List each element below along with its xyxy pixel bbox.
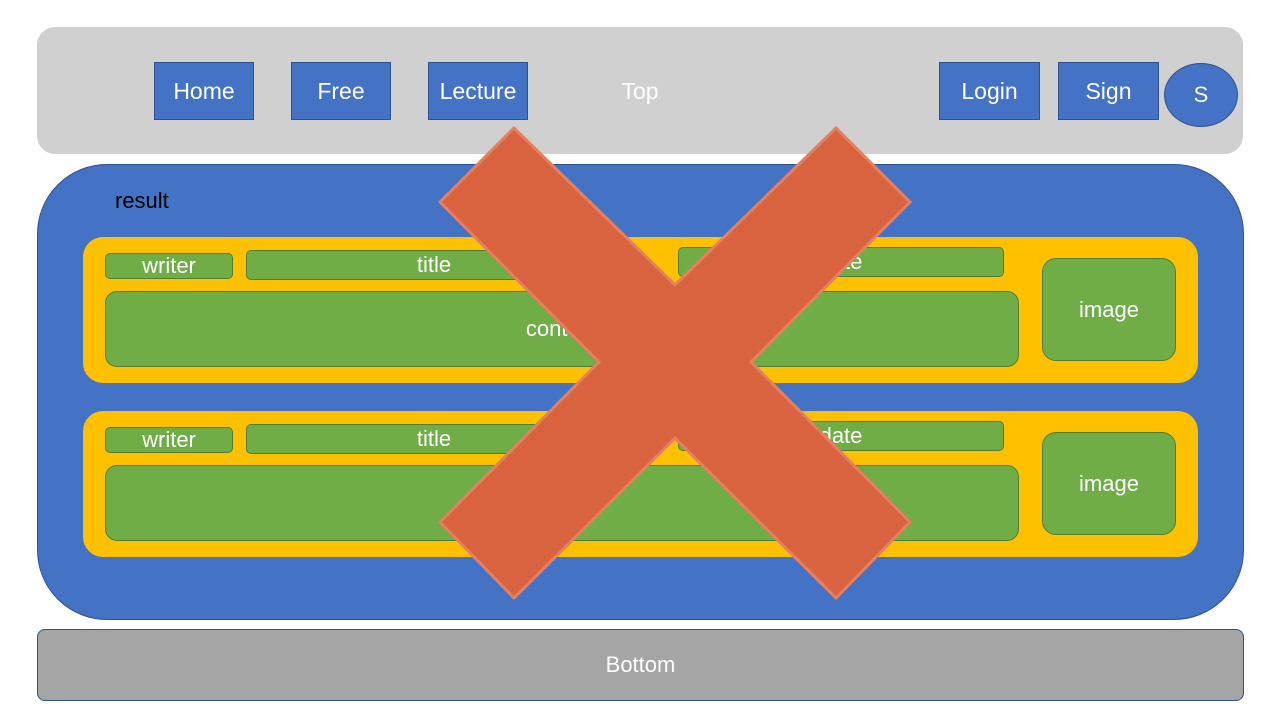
- writer-field: writer: [105, 427, 233, 453]
- content-field: [105, 465, 1019, 541]
- image-box: image: [1042, 258, 1176, 361]
- sign-button[interactable]: Sign: [1058, 62, 1159, 120]
- title-field: title: [246, 250, 622, 280]
- nav-free-button[interactable]: Free: [291, 62, 391, 120]
- date-field: date: [678, 421, 1004, 451]
- writer-field: writer: [105, 253, 233, 279]
- login-button[interactable]: Login: [939, 62, 1040, 120]
- nav-lecture-button[interactable]: Lecture: [428, 62, 528, 120]
- avatar[interactable]: S: [1164, 63, 1238, 127]
- result-label: result: [115, 188, 169, 213]
- bottom-bar: Bottom: [37, 629, 1244, 701]
- image-box: image: [1042, 432, 1176, 535]
- date-field: date: [678, 247, 1004, 277]
- top-label: Top: [621, 77, 659, 104]
- nav-home-button[interactable]: Home: [154, 62, 254, 120]
- title-field: title: [246, 424, 622, 454]
- content-field: content: [105, 291, 1019, 367]
